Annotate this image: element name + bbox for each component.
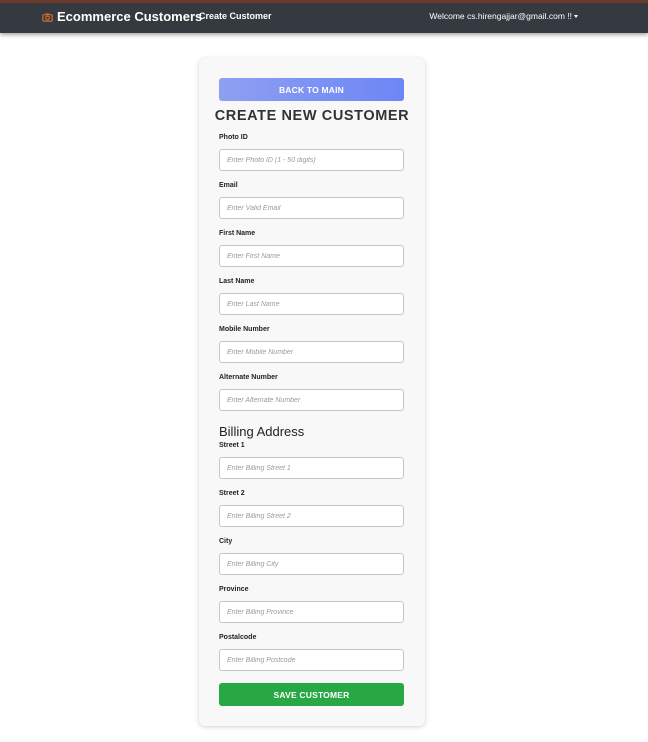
- alternate-number-group: Alternate Number: [219, 374, 404, 411]
- city-input[interactable]: [219, 553, 404, 575]
- postalcode-label: Postalcode: [219, 634, 257, 641]
- top-navbar: Ecommerce Customers Create Customer Welc…: [0, 0, 648, 33]
- first-name-input[interactable]: [219, 245, 404, 267]
- city-group: City: [219, 538, 404, 575]
- back-to-main-button[interactable]: BACK TO MAIN: [219, 78, 404, 101]
- mobile-number-group: Mobile Number: [219, 326, 404, 363]
- photo-id-label: Photo ID: [219, 134, 248, 141]
- last-name-input[interactable]: [219, 293, 404, 315]
- street2-group: Street 2: [219, 490, 404, 527]
- postalcode-group: Postalcode: [219, 634, 404, 671]
- alternate-number-input[interactable]: [219, 389, 404, 411]
- street1-input[interactable]: [219, 457, 404, 479]
- create-customer-card: BACK TO MAIN CREATE NEW CUSTOMER Photo I…: [199, 58, 425, 726]
- email-input[interactable]: [219, 197, 404, 219]
- caret-down-icon: [574, 15, 578, 18]
- photo-id-group: Photo ID: [219, 134, 404, 171]
- street1-group: Street 1: [219, 442, 404, 479]
- photo-id-input[interactable]: [219, 149, 404, 171]
- province-label: Province: [219, 586, 249, 593]
- billing-address-heading: Billing Address: [219, 424, 305, 439]
- province-group: Province: [219, 586, 404, 623]
- brand-title: Ecommerce Customers: [57, 9, 203, 24]
- nav-create-customer[interactable]: Create Customer: [199, 11, 272, 21]
- email-label: Email: [219, 182, 238, 189]
- welcome-text: Welcome cs.hirengajjar@gmail.com !!: [429, 11, 572, 21]
- street1-label: Street 1: [219, 442, 245, 449]
- camera-icon: [42, 11, 53, 22]
- province-input[interactable]: [219, 601, 404, 623]
- last-name-label: Last Name: [219, 278, 255, 285]
- postalcode-input[interactable]: [219, 649, 404, 671]
- brand-link[interactable]: Ecommerce Customers: [42, 9, 202, 24]
- save-customer-button[interactable]: SAVE CUSTOMER: [219, 683, 404, 706]
- street2-label: Street 2: [219, 490, 245, 497]
- first-name-label: First Name: [219, 230, 256, 237]
- city-label: City: [219, 538, 233, 545]
- first-name-group: First Name: [219, 230, 404, 267]
- mobile-number-label: Mobile Number: [219, 326, 270, 333]
- last-name-group: Last Name: [219, 278, 404, 315]
- alternate-number-label: Alternate Number: [219, 374, 278, 381]
- page-title: CREATE NEW CUSTOMER: [214, 108, 410, 124]
- street2-input[interactable]: [219, 505, 404, 527]
- email-group: Email: [219, 182, 404, 219]
- mobile-number-input[interactable]: [219, 341, 404, 363]
- user-dropdown[interactable]: Welcome cs.hirengajjar@gmail.com !!: [429, 11, 578, 21]
